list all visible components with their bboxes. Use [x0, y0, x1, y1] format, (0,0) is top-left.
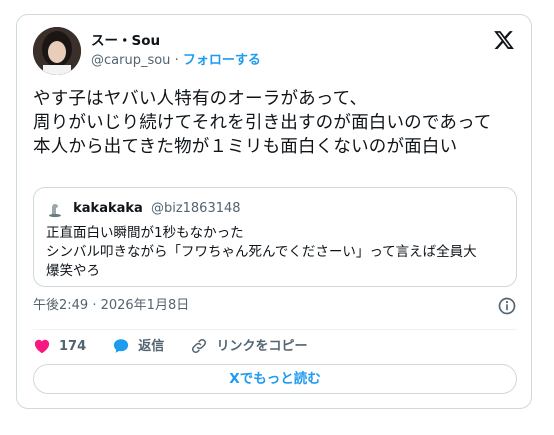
tweet-actions: 174 返信 リンクをコピー	[33, 336, 329, 358]
tweet-text-line: やす子はヤバい人特有のオーラがあって、	[33, 89, 368, 109]
x-logo-icon[interactable]	[493, 29, 515, 51]
reply-label: 返信	[138, 339, 165, 354]
read-more-on-x-button[interactable]: Xでもっと読む	[33, 364, 517, 394]
like-count: 174	[59, 339, 87, 354]
quoted-tweet-header: kakakaka @biz1863148	[46, 200, 241, 218]
tweet-text-line: 本人から出てきた物が１ミリも面白くないのが面白い	[33, 137, 458, 157]
speech-bubble-icon	[114, 338, 129, 353]
quoted-tweet[interactable]: kakakaka @biz1863148 正直面白い瞬間が1秒もなかった シンバ…	[33, 187, 517, 287]
tweet-text-line: 周りがいじり続けてそれを引き出すのが面白いのであって	[33, 113, 492, 133]
tweet-text: やす子はヤバい人特有のオーラがあって、 周りがいじり続けてそれを引き出すのが面白…	[33, 87, 517, 159]
quoted-text-line: 正直面白い瞬間が1秒もなかった	[46, 225, 244, 241]
like-button[interactable]: 174	[33, 336, 86, 358]
quoted-tweet-text: 正直面白い瞬間が1秒もなかった シンバル叩きながら「フワちゃん死んでくださーい」…	[46, 224, 506, 281]
author-handle-row: @carup_sou · フォローする	[91, 52, 261, 70]
quoted-text-line: 爆笑やろ	[46, 263, 100, 279]
author-display-name[interactable]: スー・Sou	[91, 32, 261, 50]
tweet-timestamp[interactable]: 午後2:49 · 2026年1月8日	[33, 297, 189, 315]
actions-divider	[33, 329, 517, 330]
reply-button[interactable]: 返信	[112, 336, 164, 358]
quoted-text-line: シンバル叩きながら「フワちゃん死んでくださーい」って言えば全員大	[46, 244, 477, 260]
quoted-author-handle: @biz1863148	[150, 201, 241, 216]
quoted-author-name: kakakaka	[73, 201, 143, 216]
follow-button[interactable]: フォローする	[183, 53, 261, 68]
link-icon	[192, 338, 207, 353]
copy-link-label: リンクをコピー	[216, 339, 308, 354]
handle-separator: ·	[174, 53, 179, 68]
author-avatar[interactable]	[33, 27, 81, 75]
tweet-header: スー・Sou @carup_sou · フォローする	[33, 27, 517, 75]
author-info: スー・Sou @carup_sou · フォローする	[91, 32, 261, 70]
heart-icon	[34, 339, 50, 353]
author-handle[interactable]: @carup_sou	[91, 53, 170, 68]
quoted-author-avatar	[46, 200, 64, 218]
embedded-tweet-card[interactable]: スー・Sou @carup_sou · フォローする やす子はヤバい人特有のオー…	[16, 14, 532, 409]
copy-link-button[interactable]: リンクをコピー	[190, 336, 307, 358]
info-icon[interactable]	[497, 296, 517, 316]
